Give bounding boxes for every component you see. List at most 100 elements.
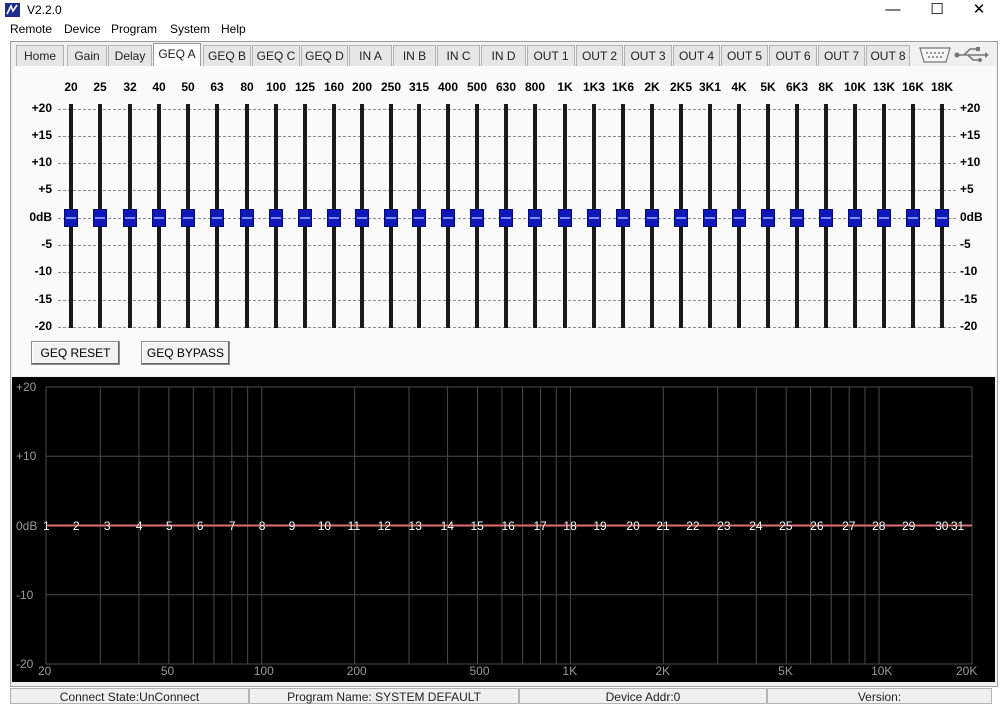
geq-reset-button[interactable]: GEQ RESET (31, 341, 120, 365)
geq-freq-label: 4K (731, 80, 747, 94)
tab-in-d[interactable]: IN D (481, 45, 526, 66)
graph-band-marker: 17 (533, 518, 547, 533)
tab-in-a[interactable]: IN A (349, 45, 392, 66)
tab-out-8[interactable]: OUT 8 (866, 45, 910, 66)
graph-band-marker: 16 (501, 518, 515, 533)
geq-freq-label: 2K5 (669, 80, 692, 94)
geq-slider-knob[interactable] (181, 209, 195, 227)
geq-slider-knob[interactable] (732, 209, 746, 227)
geq-slider-knob[interactable] (674, 209, 688, 227)
tab-out-1[interactable]: OUT 1 (527, 45, 575, 66)
geq-slider-knob[interactable] (298, 209, 312, 227)
tab-out-6[interactable]: OUT 6 (769, 45, 817, 66)
graph-band-marker: 24 (749, 518, 763, 533)
geq-scale-left: +5 (38, 182, 52, 196)
geq-bypass-button[interactable]: GEQ BYPASS (141, 341, 230, 365)
tab-out-3[interactable]: OUT 3 (624, 45, 672, 66)
geq-slider-knob[interactable] (412, 209, 426, 227)
geq-slider-knob[interactable] (123, 209, 137, 227)
geq-freq-label: 50 (181, 80, 195, 94)
geq-slider-knob[interactable] (790, 209, 804, 227)
geq-freq-label: 18K (930, 80, 953, 94)
geq-slider-knob[interactable] (384, 209, 398, 227)
window-title: V2.2.0 (27, 3, 62, 17)
geq-slider-knob[interactable] (587, 209, 601, 227)
maximize-button[interactable]: ☐ (914, 0, 960, 20)
geq-slider-knob[interactable] (499, 209, 513, 227)
tab-out-4[interactable]: OUT 4 (673, 45, 720, 66)
tab-gain[interactable]: Gain (67, 45, 107, 66)
geq-slider-knob[interactable] (703, 209, 717, 227)
tab-in-b[interactable]: IN B (393, 45, 436, 66)
geq-slider-knob[interactable] (645, 209, 659, 227)
graph-band-marker: 8 (258, 518, 266, 533)
tab-geq-b[interactable]: GEQ B (203, 45, 251, 66)
tab-out-5[interactable]: OUT 5 (721, 45, 768, 66)
geq-slider-knob[interactable] (761, 209, 775, 227)
graph-x-label: 100 (253, 664, 274, 678)
menu-remote[interactable]: Remote (10, 22, 52, 36)
tab-home[interactable]: Home (16, 45, 64, 66)
menu-device[interactable]: Device (64, 22, 101, 36)
status-connect: Connect State:UnConnect (10, 688, 249, 704)
tab-geq-d[interactable]: GEQ D (301, 45, 348, 66)
minimize-button[interactable]: — (870, 0, 916, 20)
graph-band-marker: 6 (196, 518, 204, 533)
menu-program[interactable]: Program (111, 22, 157, 36)
status-device: Device Addr:0 (519, 688, 767, 704)
graph-band-marker: 14 (440, 518, 454, 533)
geq-freq-label: 1K6 (611, 80, 634, 94)
graph-band-marker: 20 (626, 518, 640, 533)
graph-band-marker: 28 (872, 518, 886, 533)
geq-scale-right: -10 (960, 264, 978, 278)
geq-slider-knob[interactable] (93, 209, 107, 227)
geq-freq-label: 16K (901, 80, 924, 94)
graph-band-marker: 3 (103, 518, 111, 533)
geq-freq-label: 200 (351, 80, 373, 94)
geq-freq-label: 8K (818, 80, 834, 94)
tab-in-c[interactable]: IN C (437, 45, 480, 66)
geq-slider-knob[interactable] (269, 209, 283, 227)
geq-freq-label: 400 (437, 80, 459, 94)
geq-freq-label: 500 (466, 80, 488, 94)
geq-freq-label: 25 (93, 80, 107, 94)
geq-slider-knob[interactable] (355, 209, 369, 227)
menu-help[interactable]: Help (221, 22, 246, 36)
geq-scale-left: -10 (34, 264, 52, 278)
graph-band-marker: 23 (717, 518, 731, 533)
geq-slider-knob[interactable] (558, 209, 572, 227)
graph-band-marker: 1 (43, 518, 50, 533)
tab-out-7[interactable]: OUT 7 (818, 45, 865, 66)
geq-slider-knob[interactable] (240, 209, 254, 227)
geq-scale-left: 0dB (29, 210, 52, 224)
close-button[interactable]: ✕ (956, 0, 1000, 20)
geq-slider-knob[interactable] (64, 209, 78, 227)
graph-x-label: 200 (346, 664, 367, 678)
graph-band-marker: 13 (408, 518, 422, 533)
geq-slider-knob[interactable] (848, 209, 862, 227)
geq-slider-knob[interactable] (819, 209, 833, 227)
geq-slider-knob[interactable] (935, 209, 949, 227)
menu-system[interactable]: System (170, 22, 210, 36)
geq-slider-knob[interactable] (906, 209, 920, 227)
graph-x-label: 5K (778, 664, 793, 678)
geq-freq-label: 1K3 (582, 80, 605, 94)
tab-out-2[interactable]: OUT 2 (576, 45, 623, 66)
geq-scale-right: +5 (960, 182, 974, 196)
graph-band-marker: 15 (470, 518, 484, 533)
geq-slider-knob[interactable] (616, 209, 630, 227)
geq-slider-knob[interactable] (441, 209, 455, 227)
geq-scale-left: +10 (31, 155, 52, 169)
geq-slider-knob[interactable] (152, 209, 166, 227)
geq-slider-knob[interactable] (210, 209, 224, 227)
graph-x-label: 500 (469, 664, 490, 678)
tab-geq-c[interactable]: GEQ C (252, 45, 300, 66)
geq-slider-knob[interactable] (877, 209, 891, 227)
geq-slider-knob[interactable] (470, 209, 484, 227)
graph-y-label: -10 (16, 587, 34, 602)
tab-delay[interactable]: Delay (108, 45, 152, 66)
graph-band-marker: 30 (935, 518, 949, 533)
geq-slider-knob[interactable] (327, 209, 341, 227)
tab-geq-a[interactable]: GEQ A (153, 43, 201, 66)
geq-slider-knob[interactable] (528, 209, 542, 227)
